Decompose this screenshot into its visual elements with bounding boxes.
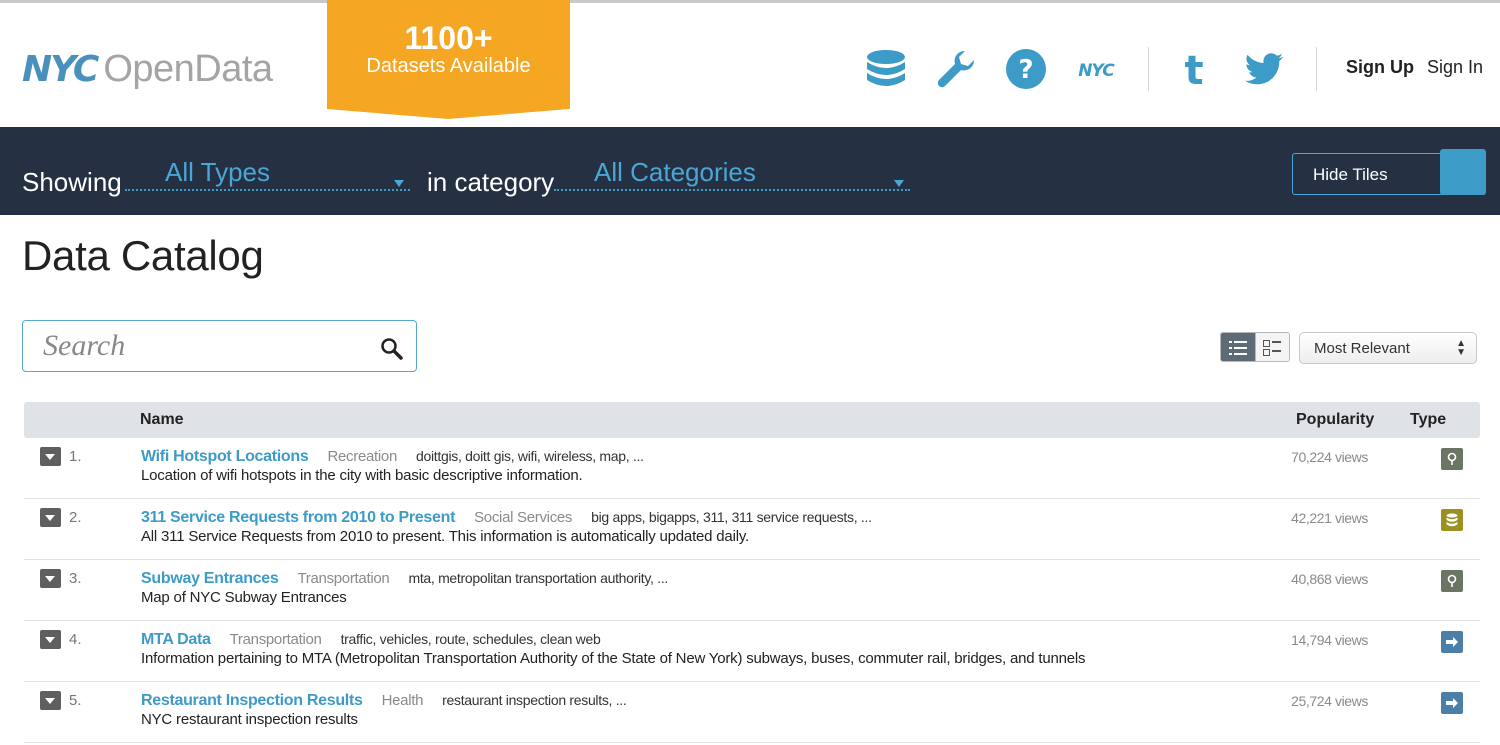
sign-up-link[interactable]: Sign Up bbox=[1346, 57, 1414, 78]
column-header-name[interactable]: Name bbox=[140, 411, 184, 429]
list-view-button[interactable] bbox=[1221, 333, 1255, 361]
header-divider-2 bbox=[1316, 47, 1317, 91]
help-icon[interactable]: ? bbox=[1002, 45, 1050, 93]
expand-row-button[interactable] bbox=[40, 447, 61, 466]
dataset-description: Information pertaining to MTA (Metropoli… bbox=[141, 650, 1086, 667]
dataset-title-link[interactable]: 311 Service Requests from 2010 to Presen… bbox=[141, 509, 455, 527]
view-toggle bbox=[1220, 332, 1290, 362]
category-label: in category bbox=[427, 167, 555, 197]
expand-row-button[interactable] bbox=[40, 508, 61, 527]
banner-text: Datasets Available bbox=[366, 55, 531, 77]
table-header: Name Popularity Type bbox=[24, 402, 1480, 438]
filter-bar: Showing All Types in category All Catego… bbox=[0, 127, 1500, 215]
dataset-tags: traffic, vehicles, route, schedules, cle… bbox=[340, 631, 601, 647]
banner-count: 1100+ bbox=[404, 20, 493, 56]
row-number: 2. bbox=[69, 509, 82, 526]
database-icon[interactable] bbox=[862, 45, 910, 93]
dataset-tags: restaurant inspection results, ... bbox=[442, 692, 627, 708]
table-row: 4. MTA Data Transportation traffic, vehi… bbox=[24, 621, 1480, 682]
tile-view-icon bbox=[1263, 340, 1282, 356]
dataset-description: All 311 Service Requests from 2010 to pr… bbox=[141, 528, 749, 545]
type-dropdown[interactable]: All Types bbox=[125, 157, 410, 191]
column-header-popularity[interactable]: Popularity bbox=[1296, 411, 1374, 429]
sign-in-link[interactable]: Sign In bbox=[1427, 57, 1483, 78]
toggle-knob bbox=[1440, 149, 1486, 195]
dataset-title-link[interactable]: Wifi Hotspot Locations bbox=[141, 448, 309, 466]
dataset-category: Recreation bbox=[327, 448, 398, 465]
site-header: NYC OpenData 1100+ Datasets Available ? … bbox=[0, 0, 1500, 127]
sort-select-value: Most Relevant bbox=[1314, 340, 1410, 357]
search-input[interactable] bbox=[43, 329, 373, 363]
dataset-icon bbox=[1441, 509, 1463, 531]
dataset-title-link[interactable]: Restaurant Inspection Results bbox=[141, 692, 363, 710]
nyc-opendata-logo[interactable]: NYC OpenData bbox=[22, 47, 273, 91]
updown-arrows-icon: ▲ ▼ bbox=[1456, 338, 1466, 358]
expand-row-button[interactable] bbox=[40, 691, 61, 710]
dataset-tags: mta, metropolitan transportation authori… bbox=[408, 570, 669, 586]
search-icon[interactable] bbox=[380, 337, 404, 361]
table-row: 3. Subway Entrances Transportation mta, … bbox=[24, 560, 1480, 621]
category-dropdown[interactable]: All Categories bbox=[554, 157, 910, 191]
nyc-icon[interactable]: NYC bbox=[1072, 45, 1120, 93]
tile-view-button[interactable] bbox=[1254, 333, 1289, 361]
dataset-views: 70,224 views bbox=[1291, 449, 1368, 465]
expand-row-button[interactable] bbox=[40, 569, 61, 588]
row-number: 5. bbox=[69, 692, 82, 709]
category-dropdown-value: All Categories bbox=[594, 157, 756, 187]
chevron-down-icon bbox=[394, 180, 404, 187]
dataset-title-link[interactable]: MTA Data bbox=[141, 631, 211, 649]
dataset-category: Transportation bbox=[229, 631, 322, 648]
table-row: 5. Restaurant Inspection Results Health … bbox=[24, 682, 1480, 743]
logo-nyc-text: NYC bbox=[22, 48, 99, 90]
dataset-tags: big apps, bigapps, 311, 311 service requ… bbox=[591, 509, 872, 525]
wrench-icon[interactable] bbox=[932, 45, 980, 93]
svg-text:t: t bbox=[1184, 48, 1203, 90]
table-row: 2. 311 Service Requests from 2010 to Pre… bbox=[24, 499, 1480, 560]
expand-row-button[interactable] bbox=[40, 630, 61, 649]
svg-text:NYC: NYC bbox=[1078, 61, 1115, 81]
hide-tiles-label: Hide Tiles bbox=[1313, 165, 1388, 184]
page-title: Data Catalog bbox=[22, 232, 264, 279]
twitter-icon[interactable] bbox=[1240, 45, 1288, 93]
hide-tiles-toggle[interactable]: Hide Tiles bbox=[1292, 149, 1486, 195]
dataset-description: NYC restaurant inspection results bbox=[141, 711, 358, 728]
row-number: 3. bbox=[69, 570, 82, 587]
dataset-tags: doittgis, doitt gis, wifi, wireless, map… bbox=[416, 448, 644, 464]
dataset-category: Health bbox=[381, 692, 424, 709]
column-header-type[interactable]: Type bbox=[1410, 411, 1446, 429]
row-number: 4. bbox=[69, 631, 82, 648]
dataset-category: Social Services bbox=[474, 509, 573, 526]
map-pin-icon bbox=[1441, 448, 1463, 470]
dataset-views: 14,794 views bbox=[1291, 632, 1368, 648]
external-link-icon bbox=[1441, 692, 1463, 714]
external-link-icon bbox=[1441, 631, 1463, 653]
type-dropdown-value: All Types bbox=[165, 157, 271, 187]
dataset-description: Location of wifi hotspots in the city wi… bbox=[141, 467, 583, 484]
logo-opendata-text: OpenData bbox=[103, 47, 273, 90]
dataset-description: Map of NYC Subway Entrances bbox=[141, 589, 347, 606]
dataset-views: 42,221 views bbox=[1291, 510, 1368, 526]
datasets-available-banner[interactable]: 1100+ Datasets Available bbox=[327, 0, 570, 119]
dataset-category: Transportation bbox=[297, 570, 390, 587]
search-box bbox=[22, 320, 417, 372]
row-number: 1. bbox=[69, 448, 82, 465]
svg-text:?: ? bbox=[1018, 55, 1033, 85]
header-divider bbox=[1148, 47, 1149, 91]
map-pin-icon bbox=[1441, 570, 1463, 592]
dataset-title-link[interactable]: Subway Entrances bbox=[141, 570, 279, 588]
showing-label: Showing bbox=[22, 167, 122, 197]
dataset-views: 40,868 views bbox=[1291, 571, 1368, 587]
dataset-views: 25,724 views bbox=[1291, 693, 1368, 709]
list-view-icon bbox=[1228, 341, 1247, 355]
tumblr-icon[interactable]: t bbox=[1170, 45, 1218, 93]
table-row: 1. Wifi Hotspot Locations Recreation doi… bbox=[24, 438, 1480, 499]
chevron-down-icon bbox=[894, 180, 904, 187]
sort-select[interactable]: Most Relevant ▲ ▼ bbox=[1299, 332, 1477, 364]
